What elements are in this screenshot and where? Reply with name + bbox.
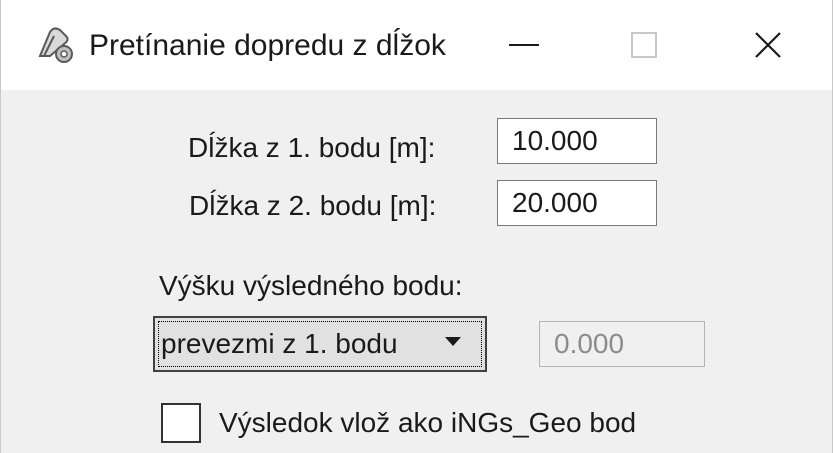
length1-label: Dĺžka z 1. bodu [m]: [188,132,436,163]
window-title: Pretínanie dopredu z dĺžok [89,29,446,62]
length2-input[interactable]: 20.000 [497,180,657,226]
length1-input[interactable]: 10.000 [497,118,657,164]
height-value-input: 0.000 [539,321,705,367]
height-source-dropdown[interactable]: prevezmi z 1. bodu [153,316,487,372]
insert-as-geo-point-label[interactable]: Výsledok vlož ako iNGs_Geo bod [219,403,636,443]
dialog-window: Pretínanie dopredu z dĺžok Dĺžka z 1. bo… [0,0,833,453]
title-bar[interactable]: Pretínanie dopredu z dĺžok [1,0,832,90]
close-icon [755,32,781,58]
minimize-button[interactable] [469,0,579,90]
length2-label: Dĺžka z 2. bodu [m]: [189,190,437,221]
chevron-down-icon [445,337,461,346]
height-section-label: Výšku výsledného bodu: [159,270,463,301]
close-button[interactable] [713,0,823,90]
minimize-icon [509,44,539,46]
maximize-button[interactable] [589,0,699,90]
height-source-selected: prevezmi z 1. bodu [161,328,398,359]
maximize-icon [631,32,657,58]
compass-tool-icon [38,27,73,63]
insert-as-geo-point-checkbox[interactable] [161,403,201,443]
